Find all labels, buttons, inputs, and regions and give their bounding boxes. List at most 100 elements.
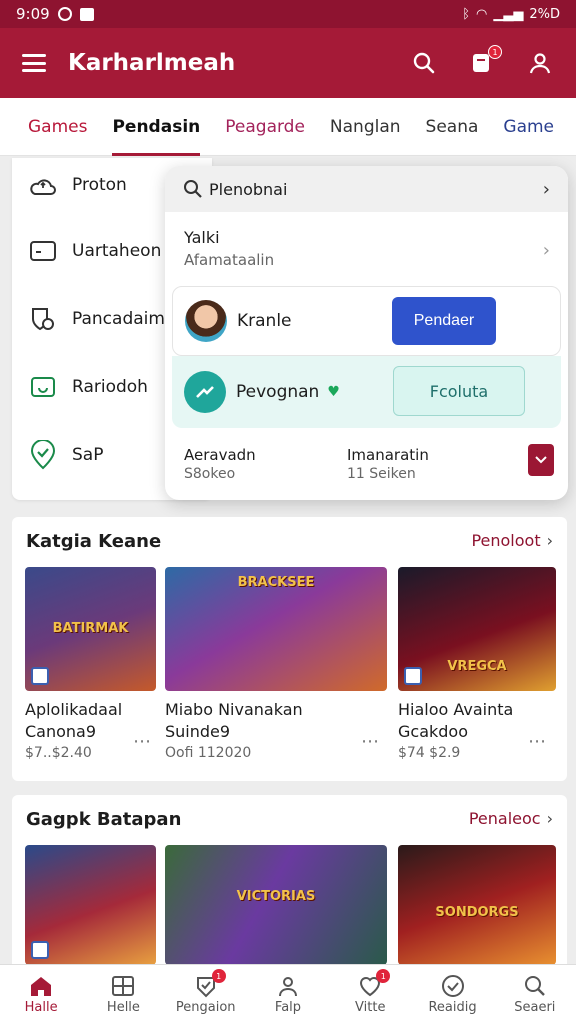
nav-badge: 1 — [376, 969, 391, 983]
menu-icon[interactable] — [22, 54, 46, 72]
platform-icon — [31, 941, 49, 959]
tab-bar: Games Pendasin Peagarde Nanglan Seana Ga… — [0, 98, 576, 156]
photo-icon — [79, 7, 94, 21]
bottom-nav: Halle Helle 1 Pengaion Falp 1 Vitte Reai… — [0, 964, 576, 1024]
section-katgia-keane: Katgia Keane Penoloot › BATIRMAK Aplolika… — [12, 517, 567, 781]
profile-icon[interactable] — [526, 49, 554, 77]
game-thumbnail: SONDORGS — [398, 845, 556, 965]
verified-icon: ♥ — [327, 384, 340, 400]
side-item-rariodoh[interactable]: Rariodoh — [28, 372, 148, 402]
search-icon — [184, 180, 202, 198]
search-icon — [523, 974, 547, 998]
tab-game[interactable]: Game — [503, 98, 554, 156]
more-options-icon[interactable]: ⋯ — [528, 731, 547, 752]
nav-item-reaidig[interactable]: Reaidig — [411, 965, 493, 1024]
more-options-icon[interactable]: ⋯ — [133, 731, 152, 752]
side-item-label: Rariodoh — [72, 377, 148, 397]
nav-label: Falp — [274, 1000, 302, 1015]
stat-imanaratin: Imanaratin 11 Seiken — [347, 446, 429, 482]
nav-label: Helle — [106, 1000, 140, 1015]
chevron-right-icon[interactable]: › — [543, 240, 550, 261]
thumbnail-art-text: SONDORGS — [435, 905, 519, 920]
more-options-icon[interactable]: ⋯ — [361, 731, 380, 752]
stat-label: Aeravadn — [184, 446, 256, 464]
side-item-uartaheon[interactable]: Uartaheon — [28, 236, 161, 266]
id-card-icon — [28, 236, 58, 266]
game-thumbnail: VREGCA — [398, 567, 556, 691]
tab-games[interactable]: Games — [28, 98, 87, 156]
user-name: Kranle — [237, 311, 292, 331]
wifi-icon: ◠ — [476, 6, 488, 22]
section-gagpk-batapan: Gagpk Batapan Penaleoc › VICTORIAS SONDOR… — [12, 795, 567, 970]
user-action-button[interactable]: Pendaer — [392, 297, 496, 345]
stat-value: 11 Seiken — [347, 466, 416, 482]
side-item-label: SaP — [72, 445, 104, 465]
location-check-icon — [28, 440, 58, 470]
tab-pendasin[interactable]: Pendasin — [112, 98, 200, 156]
nav-label: Reaidig — [428, 1000, 477, 1015]
nav-item-vitte[interactable]: 1 Vitte — [329, 965, 411, 1024]
side-item-sap[interactable]: SaP — [28, 440, 103, 470]
app-title: Karharlmeah — [68, 50, 236, 76]
nav-item-halle[interactable]: Halle — [0, 965, 82, 1024]
game-title: Hialoo Avainta Gcakdoo — [398, 700, 514, 741]
nav-item-seaeri[interactable]: Seaeri — [494, 965, 576, 1024]
thumbnail-art-text: VICTORIAS — [236, 889, 316, 904]
section-more-link[interactable]: Penoloot › — [471, 531, 553, 550]
section-title: Katgia Keane — [26, 531, 162, 552]
chevron-right-icon: › — [542, 178, 550, 200]
wallet-icon — [28, 372, 58, 402]
game-price: Oofi 112020 — [165, 745, 252, 761]
notification-badge: 1 — [488, 45, 502, 59]
battery-text: 2%D — [529, 6, 560, 22]
panel-subtitle: Afamataalin — [184, 251, 275, 269]
people-icon — [276, 974, 300, 998]
side-item-proton[interactable]: Proton — [28, 170, 127, 200]
home-icon — [29, 974, 53, 998]
avatar — [185, 300, 227, 342]
nav-label: Halle — [24, 1000, 58, 1015]
nav-item-pengaion[interactable]: 1 Pengaion — [165, 965, 247, 1024]
badge-icon: 1 — [194, 969, 226, 998]
group-row: Pevognan ♥ Fcoluta — [172, 356, 561, 428]
game-thumbnail: BRACKSEE — [165, 567, 387, 691]
nav-item-helle[interactable]: Helle — [82, 965, 164, 1024]
group-action-button[interactable]: Fcoluta — [393, 366, 525, 416]
search-icon[interactable] — [410, 49, 438, 77]
nav-label: Seaeri — [514, 1000, 556, 1015]
group-icon — [184, 371, 226, 413]
notifications-icon[interactable]: 1 — [468, 45, 502, 77]
shield-icon — [28, 304, 58, 334]
status-time: 9:09 — [16, 5, 50, 23]
nav-label: Pengaion — [175, 1000, 236, 1015]
nav-item-falp[interactable]: Falp — [247, 965, 329, 1024]
bluetooth-icon: ᛒ — [462, 6, 471, 22]
side-item-pancadaim[interactable]: Pancadaim — [28, 304, 165, 334]
section-more-link[interactable]: Penaleoc › — [469, 809, 553, 828]
nav-badge: 1 — [211, 969, 226, 983]
tab-nanglan[interactable]: Nanglan — [330, 98, 401, 156]
stat-value: S8okeo — [184, 466, 236, 482]
side-item-label: Pancadaim — [72, 309, 165, 329]
thumbnail-art-text: BRACKSEE — [237, 575, 315, 590]
game-price: $7..$2.40 — [25, 745, 92, 761]
stat-aeravadn: Aeravadn S8okeo — [184, 446, 256, 482]
platform-icon — [404, 667, 422, 685]
tab-seana[interactable]: Seana — [426, 98, 479, 156]
panel-search[interactable]: Plenobnai › — [165, 166, 568, 212]
expand-button[interactable] — [528, 444, 554, 476]
side-item-label: Uartaheon — [72, 241, 162, 261]
thumbnail-art-text: BATIRMAK — [52, 621, 129, 636]
platform-icon — [31, 667, 49, 685]
section-title: Gagpk Batapan — [26, 809, 182, 830]
search-text: Plenobnai — [209, 179, 288, 199]
user-row: Kranle Pendaer — [172, 286, 561, 356]
sync-icon — [57, 7, 72, 21]
nav-label: Vitte — [355, 1000, 386, 1015]
check-circle-icon — [441, 974, 465, 998]
game-thumbnail — [25, 845, 156, 965]
signal-icon: ▁▃▅ — [493, 6, 524, 22]
side-item-label: Proton — [72, 175, 127, 195]
dropdown-panel: Plenobnai › Yalki Afamataalin › Kranle P… — [165, 166, 568, 500]
tab-peagarde[interactable]: Peagarde — [225, 98, 305, 156]
